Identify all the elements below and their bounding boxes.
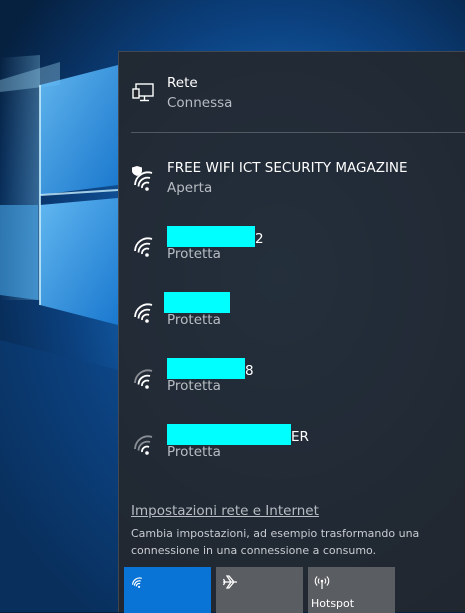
ethernet-computer-icon: [132, 83, 154, 102]
redaction-block: [167, 358, 245, 379]
redaction-block: [164, 292, 230, 313]
network-name: Rete: [167, 75, 198, 91]
quick-action-label: Hotspot: [311, 597, 355, 610]
wifi-signal-icon: [134, 303, 153, 323]
network-name: [164, 292, 230, 313]
wifi-weak-signal-icon: [134, 369, 153, 389]
network-name: ER: [167, 424, 309, 445]
network-status: Aperta: [167, 180, 213, 196]
airplane-mode-button[interactable]: [216, 567, 303, 613]
network-status: Protetta: [167, 444, 221, 460]
network-item-free-wifi[interactable]: FREE WIFI ICT SECURITY MAGAZINE Aperta: [119, 145, 465, 207]
network-status: Connessa: [167, 95, 233, 111]
network-status: Protetta: [167, 312, 221, 328]
network-status: Protetta: [167, 378, 221, 394]
network-settings-link[interactable]: Impostazioni rete e Internet: [131, 503, 319, 519]
wifi-icon: [132, 577, 142, 588]
network-item-protected[interactable]: 8 Protetta: [119, 343, 465, 405]
network-name: FREE WIFI ICT SECURITY MAGAZINE: [167, 160, 408, 176]
airplane-icon: [222, 575, 237, 589]
network-item-wired[interactable]: Rete Connessa: [119, 60, 465, 122]
network-status: Protetta: [167, 246, 221, 262]
wifi-shield-icon: [132, 166, 153, 191]
network-item-protected[interactable]: Protetta: [119, 277, 465, 339]
network-name: 2: [167, 226, 264, 247]
divider: [131, 132, 465, 133]
hotspot-icon: [314, 576, 330, 589]
network-name: 8: [167, 358, 254, 379]
network-settings-description: Cambia impostazioni, ad esempio trasform…: [131, 527, 420, 557]
redaction-block: [167, 226, 255, 247]
network-flyout: Rete Connessa FREE WIFI ICT SECURITY MAG…: [118, 51, 465, 613]
network-item-protected[interactable]: 2 Protetta: [119, 211, 465, 273]
wifi-weak-signal-icon: [134, 435, 153, 455]
redaction-block: [167, 424, 291, 445]
wifi-signal-icon: [134, 237, 153, 257]
mobile-hotspot-button[interactable]: Hotspot: [308, 567, 395, 613]
network-item-protected[interactable]: ER Protetta: [119, 409, 465, 471]
wifi-toggle-button[interactable]: [124, 567, 211, 613]
